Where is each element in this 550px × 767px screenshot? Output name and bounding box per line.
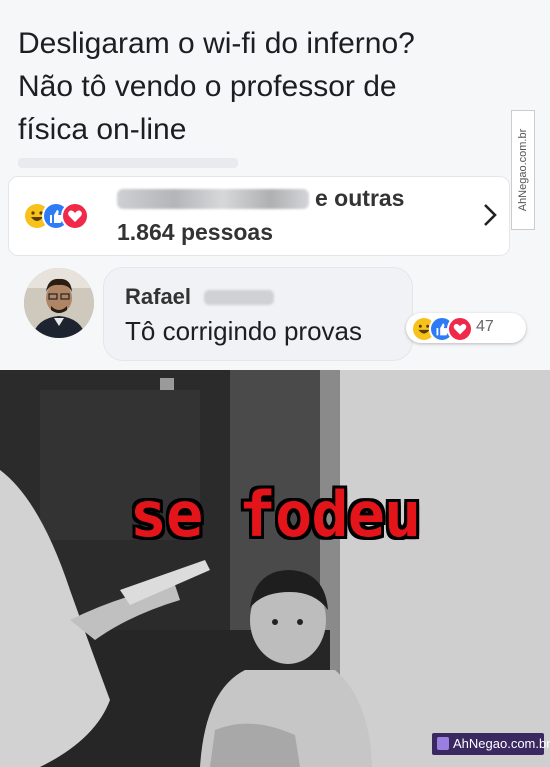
bottom-watermark-text: AhNegao.com.br [453,736,550,751]
reaction-icons [23,202,103,230]
side-watermark-text: AhNegao.com.br [517,128,529,212]
meme-scene-illustration [0,370,550,767]
comment-bubble: Rafael Tô corrigindo provas [103,267,413,361]
comment-reactions[interactable]: 47 [406,313,526,343]
comment-author[interactable]: Rafael [125,284,191,310]
reactions-count: 1.864 pessoas [117,219,274,245]
blurred-names [117,189,309,209]
post-text: Desligaram o wi-fi do inferno? Não tô ve… [18,27,415,146]
comment-text: Tô corrigindo provas [125,316,362,346]
love-icon [447,316,473,342]
watermark-logo-icon [437,737,449,750]
reactions-names-suffix: e outras [315,185,405,211]
reactions-summary[interactable]: e outras 1.864 pessoas [8,176,510,256]
side-watermark: AhNegao.com.br [511,110,535,230]
comment-reaction-count: 47 [476,318,494,335]
faded-text-line [18,158,238,168]
chevron-right-icon[interactable] [479,201,501,229]
meme-photo: se fodeu AhNegao.com.br [0,370,550,767]
meme-caption: se fodeu [129,478,422,551]
bottom-watermark: AhNegao.com.br [432,733,550,755]
blurred-surname [204,290,274,305]
facebook-post: Desligaram o wi-fi do inferno? Não tô ve… [0,0,550,370]
avatar[interactable] [24,268,94,338]
love-icon [61,202,89,230]
